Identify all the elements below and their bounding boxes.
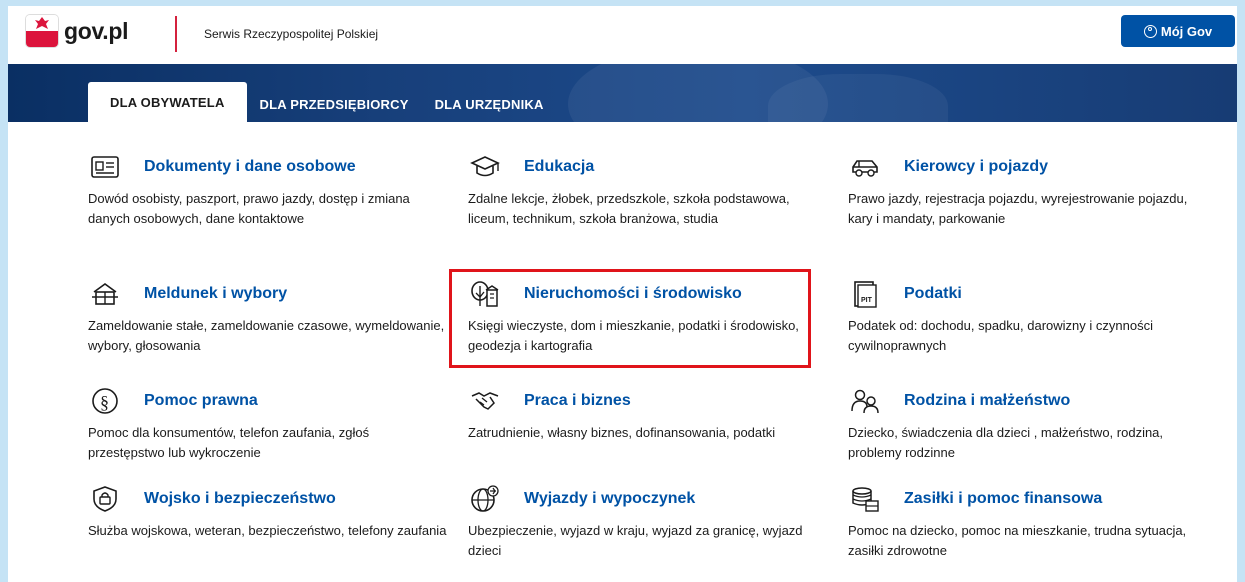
page-frame: gov.pl Serwis Rzeczypospolitej Polskiej … — [8, 6, 1237, 582]
category-description: Pomoc dla konsumentów, telefon zaufania,… — [88, 425, 370, 460]
category-link-meldunek[interactable]: Meldunek i wybory — [144, 285, 287, 303]
govpl-logo[interactable]: gov.pl — [26, 15, 129, 47]
moj-gov-button[interactable]: Mój Gov — [1121, 15, 1235, 47]
category-description: Zatrudnienie, własny biznes, dofinansowa… — [468, 425, 776, 440]
hero-banner: DLA OBYWATELA DLA PRZEDSIĘBIORCY DLA URZ… — [8, 64, 1237, 122]
category-link-dokumenty[interactable]: Dokumenty i dane osobowe — [144, 158, 356, 176]
globe-plane-icon — [468, 484, 502, 514]
category-link-edukacja[interactable]: Edukacja — [524, 158, 594, 176]
category-description: Dziecko, świadczenia dla dzieci , małżeń… — [848, 425, 1164, 460]
audience-tabs: DLA OBYWATELA DLA PRZEDSIĘBIORCY DLA URZ… — [88, 82, 557, 122]
category-link-kierowcy[interactable]: Kierowcy i pojazdy — [904, 158, 1048, 176]
category-link-zasilki[interactable]: Zasiłki i pomoc finansowa — [904, 490, 1102, 508]
category-tile: Rodzina i małżeństwo Dziecko, świadczeni… — [848, 386, 1208, 463]
category-description: Prawo jazdy, rejestracja pojazdu, wyreje… — [848, 191, 1188, 226]
category-link-praca[interactable]: Praca i biznes — [524, 392, 631, 410]
tab-dla-obywatela[interactable]: DLA OBYWATELA — [88, 82, 247, 122]
category-description: Dowód osobisty, paszport, prawo jazdy, d… — [88, 191, 410, 226]
category-link-pomoc-prawna[interactable]: Pomoc prawna — [144, 392, 258, 410]
category-description: Zameldowanie stałe, zameldowanie czasowe… — [88, 318, 445, 353]
category-tile: Praca i biznes Zatrudnienie, własny bizn… — [468, 386, 828, 443]
highlight-box — [449, 269, 811, 368]
category-tile: Zasiłki i pomoc finansowa Pomoc na dziec… — [848, 484, 1208, 561]
category-link-wyjazdy[interactable]: Wyjazdy i wypoczynek — [524, 490, 695, 508]
category-tile: Wojsko i bezpieczeństwo Służba wojskowa,… — [88, 484, 448, 541]
site-header: gov.pl Serwis Rzeczypospolitej Polskiej … — [8, 6, 1237, 64]
svg-text:PIT: PIT — [861, 297, 873, 304]
category-description: Służba wojskowa, weteran, bezpieczeństwo… — [88, 523, 447, 538]
header-subtitle: Serwis Rzeczypospolitej Polskiej — [204, 27, 379, 41]
category-tile: Wyjazdy i wypoczynek Ubezpieczenie, wyja… — [468, 484, 828, 561]
moj-gov-label: Mój Gov — [1160, 23, 1213, 39]
category-tile: Dokumenty i dane osobowe Dowód osobisty,… — [88, 152, 448, 229]
svg-text:§: § — [100, 392, 109, 412]
category-tile: Edukacja Zdalne lekcje, żłobek, przedszk… — [468, 152, 828, 229]
car-icon — [848, 152, 882, 182]
user-icon — [1143, 24, 1157, 38]
category-link-podatki[interactable]: Podatki — [904, 285, 962, 303]
category-link-wojsko[interactable]: Wojsko i bezpieczeństwo — [144, 490, 336, 508]
tab-dla-urzednika[interactable]: DLA URZĘDNIKA — [422, 86, 557, 122]
category-description: Pomoc na dziecko, pomoc na mieszkanie, t… — [848, 523, 1187, 558]
shield-lock-icon — [88, 484, 122, 514]
header-divider — [175, 16, 177, 52]
tab-dla-przedsiebiorcy[interactable]: DLA PRZEDSIĘBIORCY — [247, 86, 422, 122]
category-description: Zdalne lekcje, żłobek, przedszkole, szko… — [468, 191, 790, 226]
house-icon — [88, 279, 122, 309]
category-tile: PIT Podatki Podatek od: dochodu, spadku,… — [848, 279, 1208, 356]
category-description: Podatek od: dochodu, spadku, darowizny i… — [848, 318, 1153, 353]
category-link-rodzina[interactable]: Rodzina i małżeństwo — [904, 392, 1070, 410]
graduation-cap-icon — [468, 152, 502, 182]
category-tile: Meldunek i wybory Zameldowanie stałe, za… — [88, 279, 448, 356]
coins-icon — [848, 484, 882, 514]
family-icon — [848, 386, 882, 416]
id-card-icon — [88, 152, 122, 182]
category-description: Ubezpieczenie, wyjazd w kraju, wyjazd za… — [468, 523, 803, 558]
poland-emblem-icon — [26, 15, 58, 47]
category-tile: § Pomoc prawna Pomoc dla konsumentów, te… — [88, 386, 448, 463]
pit-document-icon: PIT — [848, 279, 882, 309]
logo-text: gov.pl — [64, 17, 129, 44]
category-tile: Kierowcy i pojazdy Prawo jazdy, rejestra… — [848, 152, 1208, 229]
paragraph-icon: § — [88, 386, 122, 416]
handshake-icon — [468, 386, 502, 416]
banner-decoration — [768, 74, 948, 122]
